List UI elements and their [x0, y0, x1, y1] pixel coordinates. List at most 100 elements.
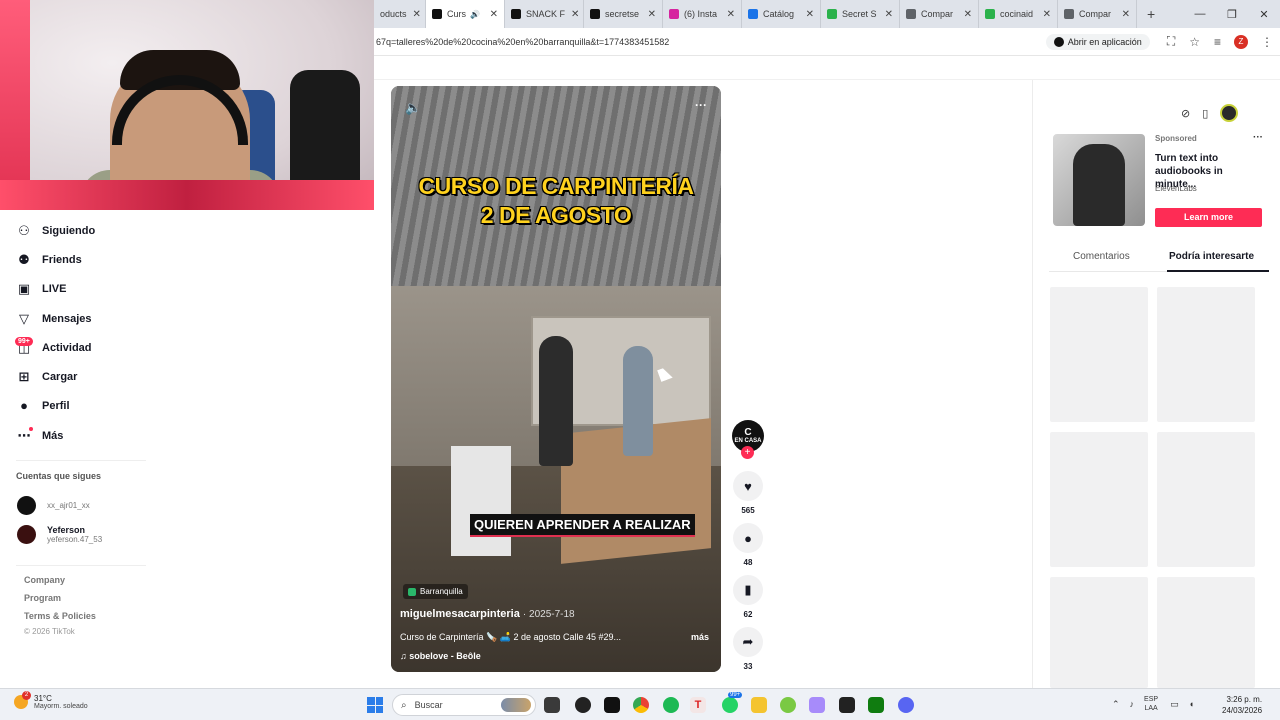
open-in-app-button[interactable]: Abrir en aplicación	[1045, 33, 1150, 50]
footer-link-program[interactable]: Program	[24, 593, 61, 603]
chrome-icon[interactable]	[633, 697, 649, 713]
language-indicator[interactable]: ESP LAA	[1144, 695, 1158, 713]
browser-tab[interactable]: SNACK F ✕	[505, 0, 584, 28]
browser-tab[interactable]: Compar ✕	[1058, 0, 1137, 28]
left-sidebar: ⚇ Siguiendo ⚉ Friends ▣ LIVE ▽ Mensajes ◫ Activid…	[0, 210, 374, 688]
browser-tab[interactable]: Curs 🔊 ✕	[426, 0, 505, 28]
speaker-icon[interactable]: ◖	[1189, 699, 1194, 709]
follow-plus-button[interactable]: +	[741, 446, 754, 459]
weather-widget[interactable]: 2 31°C Mayorm. soleado	[14, 691, 88, 710]
footer-link-company[interactable]: Company	[24, 575, 65, 585]
compass-icon[interactable]: ⊘	[1181, 107, 1190, 120]
restore-icon[interactable]: ❐	[1216, 8, 1248, 21]
following-title: Cuentas que sigues	[16, 471, 102, 481]
device-icon[interactable]: ▯	[1202, 107, 1208, 120]
new-tab-button[interactable]: +	[1137, 6, 1165, 22]
save-button[interactable]: ▮ 62	[731, 575, 765, 619]
comment-icon: ●	[733, 523, 763, 553]
tab-close-icon[interactable]: ✕	[1116, 9, 1130, 20]
send-icon: ▽	[19, 311, 29, 326]
start-button[interactable]	[367, 697, 383, 713]
discord-icon[interactable]	[898, 697, 914, 713]
avatar	[17, 525, 36, 544]
tab-close-icon[interactable]: ✕	[800, 9, 814, 20]
sidebar-item-live[interactable]: ▣ LIVE	[16, 281, 67, 297]
chevron-up-icon[interactable]: ⌃	[1112, 699, 1120, 710]
footer-link-terms[interactable]: Terms & Policies	[24, 611, 96, 621]
tab-close-icon[interactable]: ✕	[721, 9, 735, 20]
location-tag[interactable]: Barranquilla	[403, 584, 468, 599]
browser-tab[interactable]: (6) Insta ✕	[663, 0, 742, 28]
user-avatar[interactable]	[1220, 104, 1239, 122]
minimize-icon[interactable]: —	[1184, 8, 1216, 20]
tab-close-icon[interactable]: ✕	[642, 9, 656, 20]
video-player[interactable]: 🔈 ··· CURSO DE CARPINTERÍA 2 DE AGOSTO QU…	[391, 86, 721, 672]
tab-close-icon[interactable]: ✕	[407, 9, 421, 20]
browser-tab[interactable]: Compar ✕	[900, 0, 979, 28]
spotify-icon[interactable]	[663, 697, 679, 713]
browser-tab[interactable]: secretse ✕	[584, 0, 663, 28]
task-view-icon[interactable]	[544, 697, 560, 713]
translate-icon[interactable]: ⛶	[1167, 34, 1175, 49]
sidebar-item-friends[interactable]: ⚉ Friends	[16, 252, 82, 268]
sidebar-item-mensajes[interactable]: ▽ Mensajes	[16, 311, 92, 327]
media-control-icon[interactable]: ≡	[1214, 35, 1221, 49]
video-more-icon[interactable]: ···	[695, 98, 707, 112]
music-track[interactable]: ♫ sobelove - Beôle	[400, 651, 481, 661]
xbox-icon[interactable]	[868, 697, 884, 713]
learn-more-button[interactable]: Learn more	[1155, 208, 1262, 227]
capcut-icon[interactable]	[839, 697, 855, 713]
obs-icon[interactable]	[575, 697, 591, 713]
friends-icon: ⚉	[18, 252, 30, 267]
browser-tab[interactable]: Catálog ✕	[742, 0, 821, 28]
url-field[interactable]: 67q=talleres%20de%20cocina%20en%20barran…	[374, 37, 1046, 47]
tab-label: (6) Insta	[684, 9, 718, 19]
comment-button[interactable]: ● 48	[731, 523, 765, 567]
like-button[interactable]: ♥ 565	[731, 471, 765, 515]
activity-badge: 99+	[15, 337, 33, 346]
network-icon[interactable]: ▭	[1170, 699, 1179, 710]
app-icon[interactable]	[780, 697, 796, 713]
tab-close-icon[interactable]: ✕	[958, 9, 972, 20]
menu-kebab-icon[interactable]: ⋮	[1261, 35, 1273, 49]
volume-icon[interactable]: 🔈	[405, 100, 421, 116]
tab-favicon-icon	[1064, 9, 1074, 19]
sidebar-item-ms[interactable]: ⋯ Más	[16, 428, 64, 444]
followed-account[interactable]: Yeferson yeferson.47_53	[17, 525, 102, 544]
share-button[interactable]: ➦ 33	[731, 627, 765, 671]
bookmark-star-icon[interactable]: ☆	[1189, 35, 1200, 49]
ad-thumbnail[interactable]	[1053, 134, 1145, 226]
ad-more-icon[interactable]: ···	[1253, 132, 1263, 143]
tab-close-icon[interactable]: ✕	[484, 9, 498, 20]
tab-favicon-icon	[906, 9, 916, 19]
browser-tab[interactable]: cocinaid ✕	[979, 0, 1058, 28]
file-explorer-icon[interactable]	[751, 697, 767, 713]
more-description-button[interactable]: más	[691, 632, 709, 642]
sun-icon: 2	[14, 691, 31, 709]
sidebar-item-perfil[interactable]: ● Perfil	[16, 398, 69, 413]
taskbar-search[interactable]: ⌕ Buscar	[392, 694, 536, 716]
close-window-icon[interactable]: ✕	[1248, 8, 1280, 21]
sidebar-item-cargar[interactable]: ⊞ Cargar	[16, 369, 78, 385]
whatsapp-icon[interactable]	[722, 697, 738, 713]
ad-brand: ElevenLabs	[1155, 184, 1197, 193]
clock[interactable]: 3:26 p. m. 24/03/2026	[1222, 694, 1262, 716]
sidebar-item-siguiendo[interactable]: ⚇ Siguiendo	[16, 223, 95, 239]
tab-close-icon[interactable]: ✕	[565, 9, 579, 20]
tab-audio-icon[interactable]: 🔊	[470, 10, 480, 19]
followed-account[interactable]: xx_ajr01_xx	[17, 496, 90, 515]
tab-close-icon[interactable]: ✕	[879, 9, 893, 20]
divider	[16, 565, 146, 566]
video-author[interactable]: miguelmesacarpinteria · 2025-7-18	[400, 608, 575, 620]
browser-tab[interactable]: oducts ✕	[374, 0, 426, 28]
browser-tab[interactable]: Secret S ✕	[821, 0, 900, 28]
tab-might-interest[interactable]: Podría interesarte	[1169, 251, 1254, 262]
tiktok-app-icon[interactable]	[604, 697, 620, 713]
microphone-icon[interactable]: ♪	[1130, 699, 1135, 709]
tab-comments[interactable]: Comentarios	[1073, 251, 1130, 262]
typora-icon[interactable]: T	[690, 697, 706, 713]
profile-avatar[interactable]: Z	[1234, 34, 1248, 49]
tab-close-icon[interactable]: ✕	[1037, 9, 1051, 20]
game-icon[interactable]	[809, 697, 825, 713]
tab-favicon-icon	[590, 9, 600, 19]
